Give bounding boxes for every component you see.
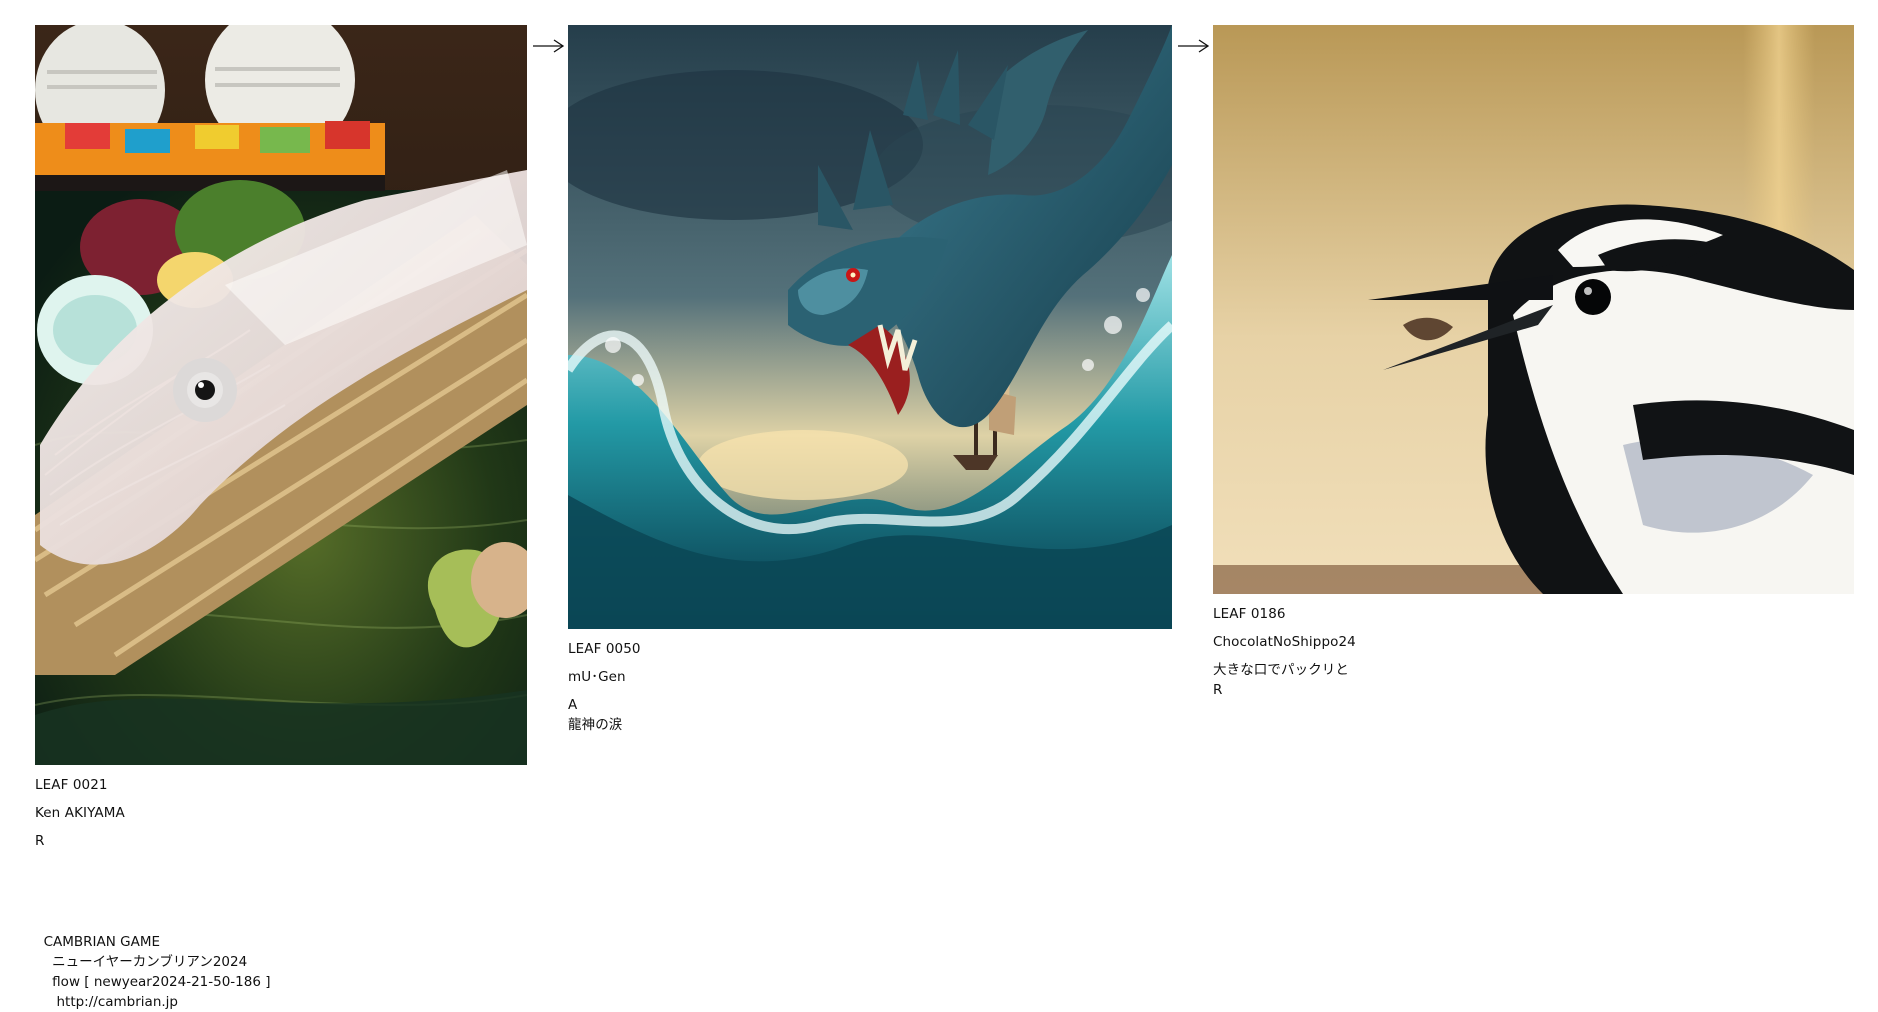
flow-arrow-2 bbox=[1177, 37, 1211, 55]
event-name: ニューイヤーカンブリアン2024 bbox=[43, 954, 248, 970]
flow-sequence: LEAF 0021 Ken AKIYAMA R LEAF 0050 mU･Gen… bbox=[35, 25, 1855, 855]
dragon-image bbox=[568, 25, 1172, 629]
site-url[interactable]: http://cambrian.jp bbox=[44, 994, 178, 1010]
leaf-card-0021: LEAF 0021 Ken AKIYAMA R bbox=[35, 25, 527, 851]
squid-sashimi-image bbox=[35, 25, 527, 765]
page-footer: CAMBRIAN GAME ニューイヤーカンブリアン2024 flow [ ne… bbox=[35, 912, 271, 1012]
leaf-0021-image[interactable] bbox=[35, 25, 527, 765]
artist-name[interactable]: ChocolatNoShippo24 bbox=[1213, 632, 1854, 652]
leaf-0186-meta: LEAF 0186 ChocolatNoShippo24 大きな口でパックリと … bbox=[1213, 604, 1854, 700]
site-name: CAMBRIAN GAME bbox=[43, 934, 161, 950]
leaf-0050-meta: LEAF 0050 mU･Gen A 龍神の涙 bbox=[568, 639, 1172, 735]
leaf-0050-image[interactable] bbox=[568, 25, 1172, 629]
artist-name[interactable]: Ken AKIYAMA bbox=[35, 803, 527, 823]
flow-arrow-1 bbox=[532, 37, 566, 55]
wagtail-bird-image bbox=[1213, 25, 1854, 594]
leaf-card-0186: LEAF 0186 ChocolatNoShippo24 大きな口でパックリと … bbox=[1213, 25, 1854, 700]
leaf-card-0050: LEAF 0050 mU･Gen A 龍神の涙 bbox=[568, 25, 1172, 735]
leaf-rank: R bbox=[1213, 682, 1223, 698]
artist-name[interactable]: mU･Gen bbox=[568, 667, 1172, 687]
right-arrow-icon bbox=[533, 39, 565, 53]
leaf-0021-meta: LEAF 0021 Ken AKIYAMA R bbox=[35, 775, 527, 851]
flow-id: flow [ newyear2024-21-50-186 ] bbox=[43, 974, 271, 990]
leaf-id: LEAF 0186 bbox=[1213, 606, 1286, 622]
leaf-0186-image[interactable] bbox=[1213, 25, 1854, 594]
right-arrow-icon bbox=[1178, 39, 1210, 53]
leaf-id: LEAF 0050 bbox=[568, 641, 641, 657]
leaf-title: 大きな口でパックリと bbox=[1213, 662, 1349, 678]
leaf-title: 龍神の涙 bbox=[568, 717, 623, 733]
leaf-rank: R bbox=[35, 833, 45, 849]
leaf-id: LEAF 0021 bbox=[35, 777, 108, 793]
leaf-rank: A bbox=[568, 697, 578, 713]
